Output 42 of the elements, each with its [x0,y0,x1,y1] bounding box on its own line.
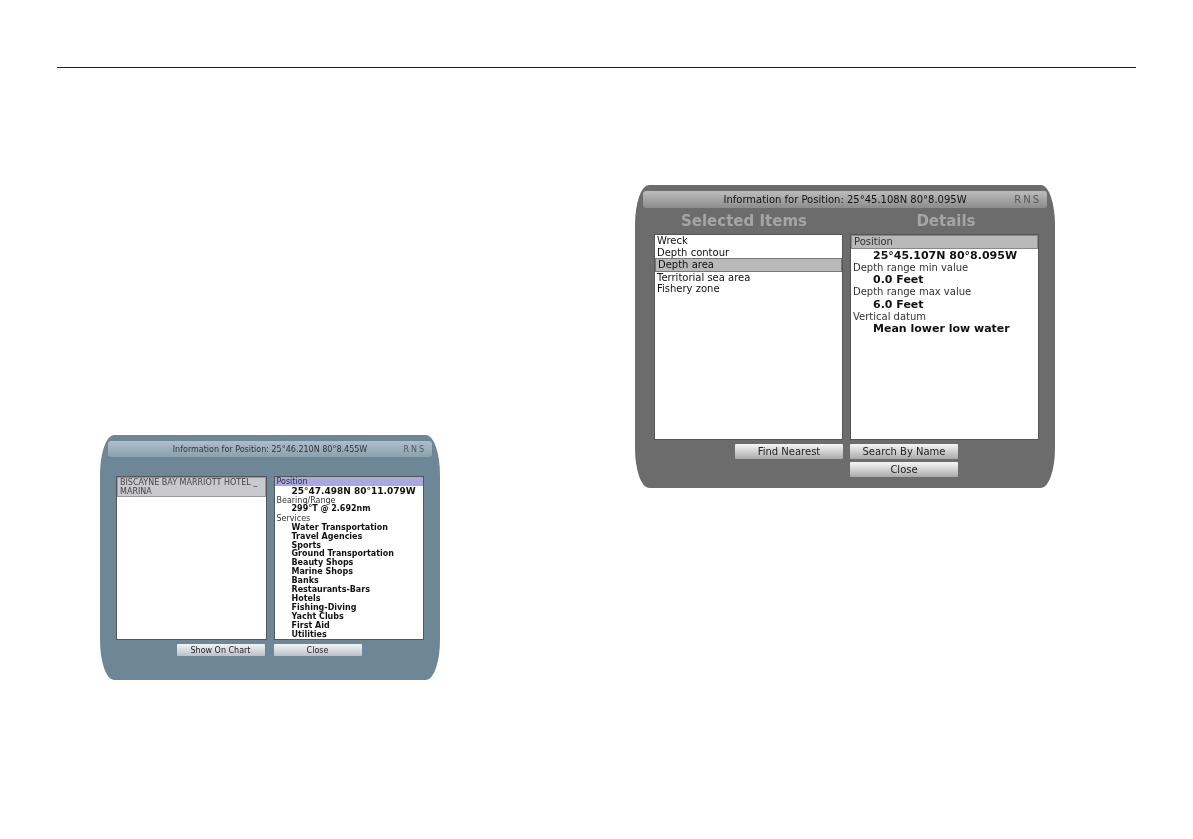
detail-value: Hotels [290,595,321,604]
brand-label: RNS [403,444,426,454]
list-item[interactable]: Wreck [655,235,842,247]
detail-value: Water Transportation [290,523,389,533]
detail-value: Fishing-Diving [290,604,358,613]
list-item[interactable]: BISCAYNE BAY MARRIOTT HOTEL _ MARINA [117,477,266,498]
dialog-title: Information for Position: 25°46.210N 80°8.455W [172,444,368,454]
detail-value: Banks [290,577,319,586]
detail-value: Mean lower low water [872,322,1011,335]
detail-label: Depth range min value [852,261,970,273]
dialog-title: Information for Position: 25°45.108N 80°8.095W [723,194,967,205]
detail-value: Sports [290,541,321,551]
dialog-button[interactable]: Search By Name [850,444,958,459]
dialog-button[interactable]: Close [273,644,362,656]
panel-heading: Details [915,212,977,230]
detail-label: Vertical datum [852,310,928,322]
detail-value: 0.0 Feet [872,273,925,286]
list-item[interactable]: Depth contour [655,246,842,258]
dialog-button[interactable]: Show On Chart [176,644,265,656]
detail-value: Travel Agencies [290,532,363,541]
brand-label: RNS [1014,194,1041,205]
detail-value: Restaurants-Bars [290,586,371,595]
panel-heading: Selected Items [680,212,808,230]
dialog-button[interactable]: Find Nearest [735,444,843,459]
detail-value: Beauty Shops [290,559,354,569]
detail-value: 25°47.498N 80°11.079W [291,486,417,497]
list-item[interactable]: Territorial sea area [655,271,842,283]
list-item[interactable]: Depth area [655,258,842,272]
dialog-button[interactable]: Close [850,462,958,477]
detail-value: 299°T @ 2.692nm [291,505,372,514]
detail-value: 25°45.107N 80°8.095W [872,248,1019,262]
detail-label: Position [851,235,1038,249]
detail-value: Marine Shops [290,568,354,577]
detail-value: 6.0 Feet [872,297,925,311]
detail-value: First Aid [290,622,331,631]
detail-value: Utilities [290,631,328,639]
detail-label: Depth range max value [852,286,973,298]
detail-label: Bearing/Range [275,496,336,506]
detail-label: Position [274,477,423,487]
detail-label: Services [275,514,311,524]
list-item[interactable]: Fishery zone [655,283,842,295]
detail-value: Yacht Clubs [290,613,344,622]
